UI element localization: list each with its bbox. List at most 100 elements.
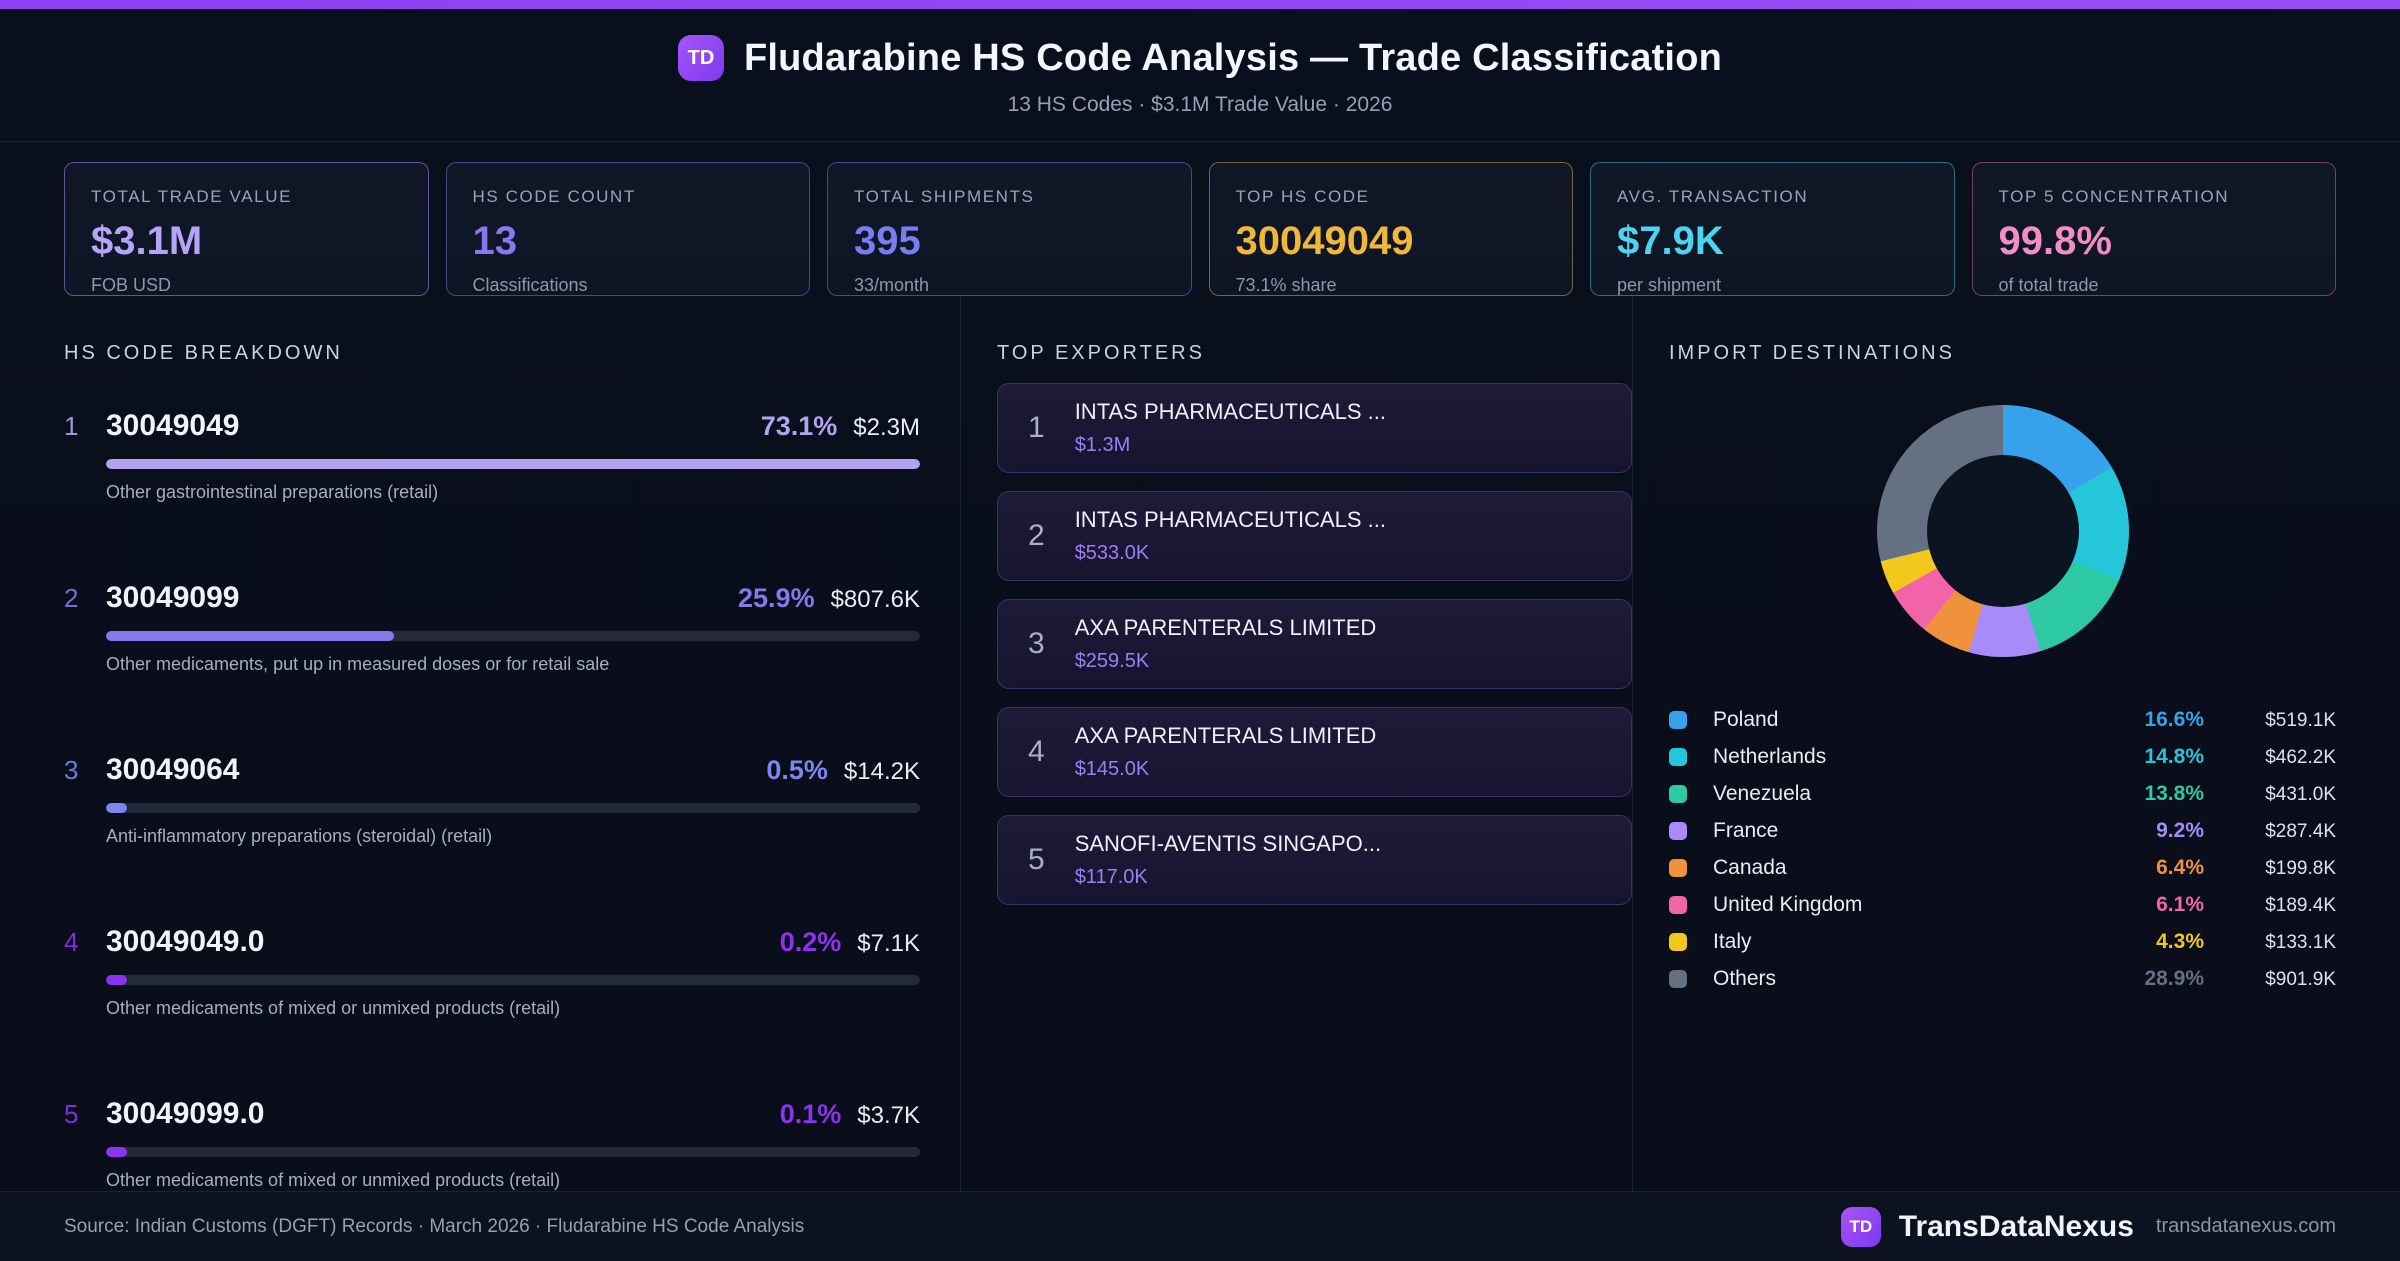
trade-value: $14.2K bbox=[843, 758, 920, 785]
donut-hole bbox=[1926, 455, 2079, 607]
hs-code-description: Anti-inflammatory preparations (steroida… bbox=[106, 826, 493, 846]
header: TD Fludarabine HS Code Analysis — Trade … bbox=[0, 9, 2400, 142]
stat-card-avg-transaction: AVG. TRANSACTION $7.9K per shipment bbox=[1590, 162, 1955, 296]
section-title-imports: IMPORT DESTINATIONS bbox=[1669, 342, 1955, 364]
rank-number: 2 bbox=[1028, 519, 1045, 552]
stat-label: HS CODE COUNT bbox=[472, 187, 636, 206]
hs-code: 30049099 bbox=[106, 581, 240, 614]
rank-number: 4 bbox=[64, 927, 79, 957]
exporter-name: AXA PARENTERALS LIMITED bbox=[1074, 615, 1377, 640]
hs-code-description: Other medicaments of mixed or unmixed pr… bbox=[106, 1170, 561, 1190]
exporter-card: 2 INTAS PHARMACEUTICALS ... $533.0K bbox=[997, 491, 1632, 581]
trade-value: $7.1K bbox=[857, 930, 920, 957]
legend-swatch bbox=[1669, 932, 1687, 951]
stat-value: $7.9K bbox=[1617, 219, 1724, 263]
legend-row: United Kingdom 6.1% $189.4K bbox=[1669, 886, 2336, 923]
country-label: Poland bbox=[1713, 707, 1779, 731]
rank-number: 3 bbox=[64, 755, 79, 785]
legend-row: Others 28.9% $901.9K bbox=[1669, 960, 2336, 997]
stat-label: TOP 5 CONCENTRATION bbox=[1998, 187, 2230, 206]
country-value: $519.1K bbox=[2265, 709, 2336, 731]
stat-sub: 33/month bbox=[854, 275, 930, 295]
stat-label: TOP HS CODE bbox=[1235, 187, 1370, 206]
stat-label: TOTAL TRADE VALUE bbox=[91, 187, 293, 206]
country-percent: 14.8% bbox=[2144, 744, 2204, 768]
stat-sub: FOB USD bbox=[91, 275, 172, 295]
stat-value: 30049049 bbox=[1235, 219, 1414, 263]
dashboard-page: TD Fludarabine HS Code Analysis — Trade … bbox=[0, 0, 2400, 1261]
country-value: $431.0K bbox=[2265, 783, 2336, 805]
rank-number: 3 bbox=[1028, 627, 1045, 660]
country-percent: 16.6% bbox=[2144, 707, 2204, 731]
legend-row: Poland 16.6% $519.1K bbox=[1669, 701, 2336, 738]
stat-value: 13 bbox=[472, 219, 518, 263]
footer-brand: TD TransDataNexus transdatanexus.com bbox=[1840, 1206, 2336, 1247]
breakdown-row: 1 30049049 73.1% $2.3M Other gastrointes… bbox=[64, 409, 920, 503]
brand-logo-badge: TD bbox=[1840, 1206, 1881, 1247]
country-percent: 9.2% bbox=[2156, 818, 2204, 842]
bar-track bbox=[106, 975, 920, 985]
bar-fill bbox=[106, 975, 128, 985]
stat-value: 99.8% bbox=[1998, 219, 2112, 263]
country-label: Netherlands bbox=[1713, 744, 1827, 768]
country-label: United Kingdom bbox=[1713, 892, 1863, 916]
legend-swatch bbox=[1669, 858, 1687, 877]
country-label: Venezuela bbox=[1713, 781, 1812, 805]
country-label: Italy bbox=[1713, 929, 1752, 953]
legend-row: Italy 4.3% $133.1K bbox=[1669, 923, 2336, 960]
stat-sub: 73.1% share bbox=[1235, 275, 1337, 295]
bar-fill bbox=[106, 459, 920, 469]
bar-fill bbox=[106, 1147, 128, 1157]
bar-fill bbox=[106, 803, 128, 813]
hs-code-description: Other medicaments, put up in measured do… bbox=[106, 654, 610, 674]
stat-sub: of total trade bbox=[1998, 275, 2099, 295]
stat-value: $3.1M bbox=[91, 219, 203, 263]
exporter-value: $117.0K bbox=[1074, 866, 1148, 888]
hs-code-description: Other gastrointestinal preparations (ret… bbox=[106, 482, 439, 502]
top-exporters-section: TOP EXPORTERS 1 INTAS PHARMACEUTICALS ..… bbox=[960, 296, 1632, 1191]
page-title: Fludarabine HS Code Analysis — Trade Cla… bbox=[743, 36, 1723, 79]
rank-number: 5 bbox=[64, 1099, 79, 1129]
exporter-name: INTAS PHARMACEUTICALS ... bbox=[1074, 507, 1386, 532]
share-percent: 0.2% bbox=[779, 927, 842, 957]
stat-label: AVG. TRANSACTION bbox=[1617, 187, 1809, 206]
exporter-value: $1.3M bbox=[1074, 434, 1131, 456]
source-note: Source: Indian Customs (DGFT) Records · … bbox=[64, 1215, 805, 1237]
exporter-value: $259.5K bbox=[1074, 650, 1150, 672]
stat-card-hs-code-count: HS CODE COUNT 13 Classifications bbox=[445, 162, 810, 296]
stat-sub: per shipment bbox=[1617, 275, 1722, 295]
country-percent: 6.1% bbox=[2156, 892, 2204, 916]
legend-swatch bbox=[1669, 710, 1687, 729]
stat-card-total-trade-value: TOTAL TRADE VALUE $3.1M FOB USD bbox=[64, 162, 429, 296]
rank-number: 4 bbox=[1028, 735, 1045, 768]
country-percent: 28.9% bbox=[2144, 966, 2204, 990]
bar-fill bbox=[106, 631, 395, 641]
legend-swatch bbox=[1669, 784, 1687, 803]
bar-track bbox=[106, 631, 920, 641]
stat-card-top-hs-code: TOP HS CODE 30049049 73.1% share bbox=[1208, 162, 1573, 296]
hs-code-breakdown-section: HS CODE BREAKDOWN 1 30049049 73.1% $2.3M… bbox=[64, 296, 960, 1191]
country-value: $287.4K bbox=[2265, 820, 2336, 842]
stat-card-total-shipments: TOTAL SHIPMENTS 395 33/month bbox=[827, 162, 1192, 296]
share-percent: 0.1% bbox=[779, 1099, 842, 1129]
hs-code: 30049049.0 bbox=[106, 925, 265, 958]
page-subtitle: 13 HS Codes · $3.1M Trade Value · 2026 bbox=[1007, 93, 1393, 116]
section-title-exporters: TOP EXPORTERS bbox=[997, 342, 1205, 364]
stat-cards-row: TOTAL TRADE VALUE $3.1M FOB USD HS CODE … bbox=[64, 162, 2336, 296]
rank-number: 1 bbox=[1028, 411, 1045, 444]
section-title-breakdown: HS CODE BREAKDOWN bbox=[64, 342, 343, 364]
exporter-value: $145.0K bbox=[1074, 758, 1150, 780]
share-percent: 73.1% bbox=[760, 411, 838, 441]
country-value: $189.4K bbox=[2265, 894, 2336, 916]
hs-code-description: Other medicaments of mixed or unmixed pr… bbox=[106, 998, 561, 1018]
share-percent: 0.5% bbox=[766, 755, 828, 785]
trade-value: $3.7K bbox=[857, 1102, 920, 1129]
trade-value: $2.3M bbox=[853, 414, 920, 441]
share-percent: 25.9% bbox=[738, 583, 815, 613]
rank-number: 5 bbox=[1028, 843, 1045, 876]
bar-track bbox=[106, 803, 920, 813]
stat-label: TOTAL SHIPMENTS bbox=[854, 187, 1035, 206]
stat-card-top5-concentration: TOP 5 CONCENTRATION 99.8% of total trade bbox=[1971, 162, 2336, 296]
exporter-card: 4 AXA PARENTERALS LIMITED $145.0K bbox=[997, 707, 1632, 797]
country-percent: 4.3% bbox=[2156, 929, 2204, 953]
